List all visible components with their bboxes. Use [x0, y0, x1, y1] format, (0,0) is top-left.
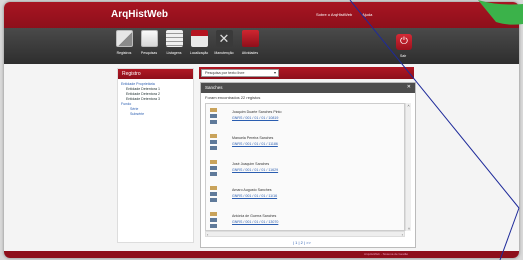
chevron-up-icon[interactable]: ˄	[406, 103, 411, 108]
toolbar-label: Localização	[189, 51, 209, 55]
footer-bar: ArqHistWeb - Sistema de Gestão	[4, 251, 519, 258]
result-link[interactable]: GNRS / 001 / 01 / 01 / 11186	[232, 142, 278, 146]
about-link[interactable]: Sobre o ArqHistWeb	[316, 12, 352, 17]
main-toolbar: Registros Pesquisas Listagens Localizaçã…	[4, 28, 519, 64]
result-link[interactable]: GNRS / 001 / 01 / 01 / 11629	[232, 168, 278, 172]
results-list: Joaquim Duarte Sanches Pinto GNRS / 001 …	[205, 103, 405, 231]
chevron-left-icon[interactable]: ‹	[207, 232, 208, 237]
chevron-down-icon: ▾	[273, 70, 276, 75]
toolbar-label: Pesquisas	[140, 51, 158, 55]
pagination[interactable]: | 1 | 2 | >>	[293, 240, 311, 245]
result-link[interactable]: GNRS / 001 / 01 / 01 / 10819	[232, 116, 278, 120]
toolbar-label: Manutenção	[214, 51, 234, 55]
toolbar-label: Registros	[116, 51, 132, 55]
search-type-value: Pesquisa por texto livre	[205, 71, 245, 75]
list-item: Manuela Pereira Sanches GNRS / 001 / 01 …	[210, 134, 400, 154]
dialog-title: Sanches	[205, 85, 223, 90]
close-icon[interactable]: ✕	[407, 84, 411, 90]
result-link[interactable]: GNRS / 001 / 01 / 01 / 13070	[232, 220, 278, 224]
result-name: Antónia de Guerra Sanches	[232, 214, 277, 218]
toolbar-maintenance-button[interactable]: ✕ Manutenção	[211, 30, 237, 55]
records-panel: Registro Entidade Proprietária Entidade …	[117, 68, 194, 243]
result-name: Amaro Augusto Sanches	[232, 188, 272, 192]
app-window: ArqHistWeb Sobre o ArqHistWeb Ajuda Regi…	[4, 2, 519, 258]
list-item: Amaro Augusto Sanches GNRS / 001 / 01 / …	[210, 186, 400, 206]
toolbar-label: Listagens	[166, 51, 182, 55]
location-icon	[190, 30, 208, 47]
chevron-right-icon[interactable]: ›	[402, 232, 403, 237]
search-results-dialog: Sanches ✕ Foram encontrados 22 registos …	[200, 82, 416, 248]
chevron-down-icon[interactable]: ˅	[406, 226, 412, 231]
activities-icon	[241, 30, 259, 47]
results-count: Foram encontrados 22 registos	[205, 95, 261, 100]
dialog-header: Sanches ✕	[201, 83, 415, 93]
toolbar-records-button[interactable]: Registros	[111, 30, 137, 55]
document-thumbnail-icon	[210, 186, 217, 204]
exit-label: Sair	[400, 54, 407, 58]
list-icon	[165, 30, 183, 47]
horizontal-scrollbar[interactable]: ‹ ›	[205, 231, 405, 237]
toolbar-lists-button[interactable]: Listagens	[161, 30, 187, 55]
toolbar-location-button[interactable]: Localização	[186, 30, 212, 55]
toolbar-activities-button[interactable]: Atividades	[237, 30, 263, 55]
list-item: José Joaquim Sanches GNRS / 001 / 01 / 0…	[210, 160, 400, 180]
document-thumbnail-icon	[210, 134, 217, 152]
search-doc-icon	[140, 30, 158, 47]
list-item: Antónia de Guerra Sanches GNRS / 001 / 0…	[210, 212, 400, 230]
search-type-select[interactable]: Pesquisa por texto livre ▾	[201, 69, 279, 77]
panel-title: Registro	[118, 69, 193, 79]
result-link[interactable]: GNRS / 001 / 01 / 01 / 11/16	[232, 194, 277, 198]
result-name: José Joaquim Sanches	[232, 162, 270, 166]
document-thumbnail-icon	[210, 160, 217, 178]
result-name: Manuela Pereira Sanches	[232, 136, 274, 140]
toolbar-label: Atividades	[241, 51, 259, 55]
tools-icon: ✕	[215, 30, 233, 47]
records-tree: Entidade Proprietária Entidade Detentora…	[118, 79, 193, 120]
footer-text: ArqHistWeb - Sistema de Gestão	[364, 252, 409, 256]
app-title: ArqHistWeb	[111, 9, 169, 20]
top-links: Sobre o ArqHistWeb Ajuda	[316, 12, 381, 17]
power-icon[interactable]: ⏻	[396, 34, 412, 50]
records-icon	[115, 30, 133, 47]
help-link[interactable]: Ajuda	[362, 12, 372, 17]
list-item: Joaquim Duarte Sanches Pinto GNRS / 001 …	[210, 108, 400, 128]
tree-node[interactable]: Subsérie	[121, 112, 190, 117]
result-name: Joaquim Duarte Sanches Pinto	[232, 110, 282, 114]
vertical-scrollbar[interactable]: ˄ ˅	[405, 103, 411, 231]
document-thumbnail-icon	[210, 212, 217, 230]
toolbar-search-button[interactable]: Pesquisas	[136, 30, 162, 55]
top-bar: ArqHistWeb Sobre o ArqHistWeb Ajuda	[4, 2, 519, 28]
document-thumbnail-icon	[210, 108, 217, 126]
